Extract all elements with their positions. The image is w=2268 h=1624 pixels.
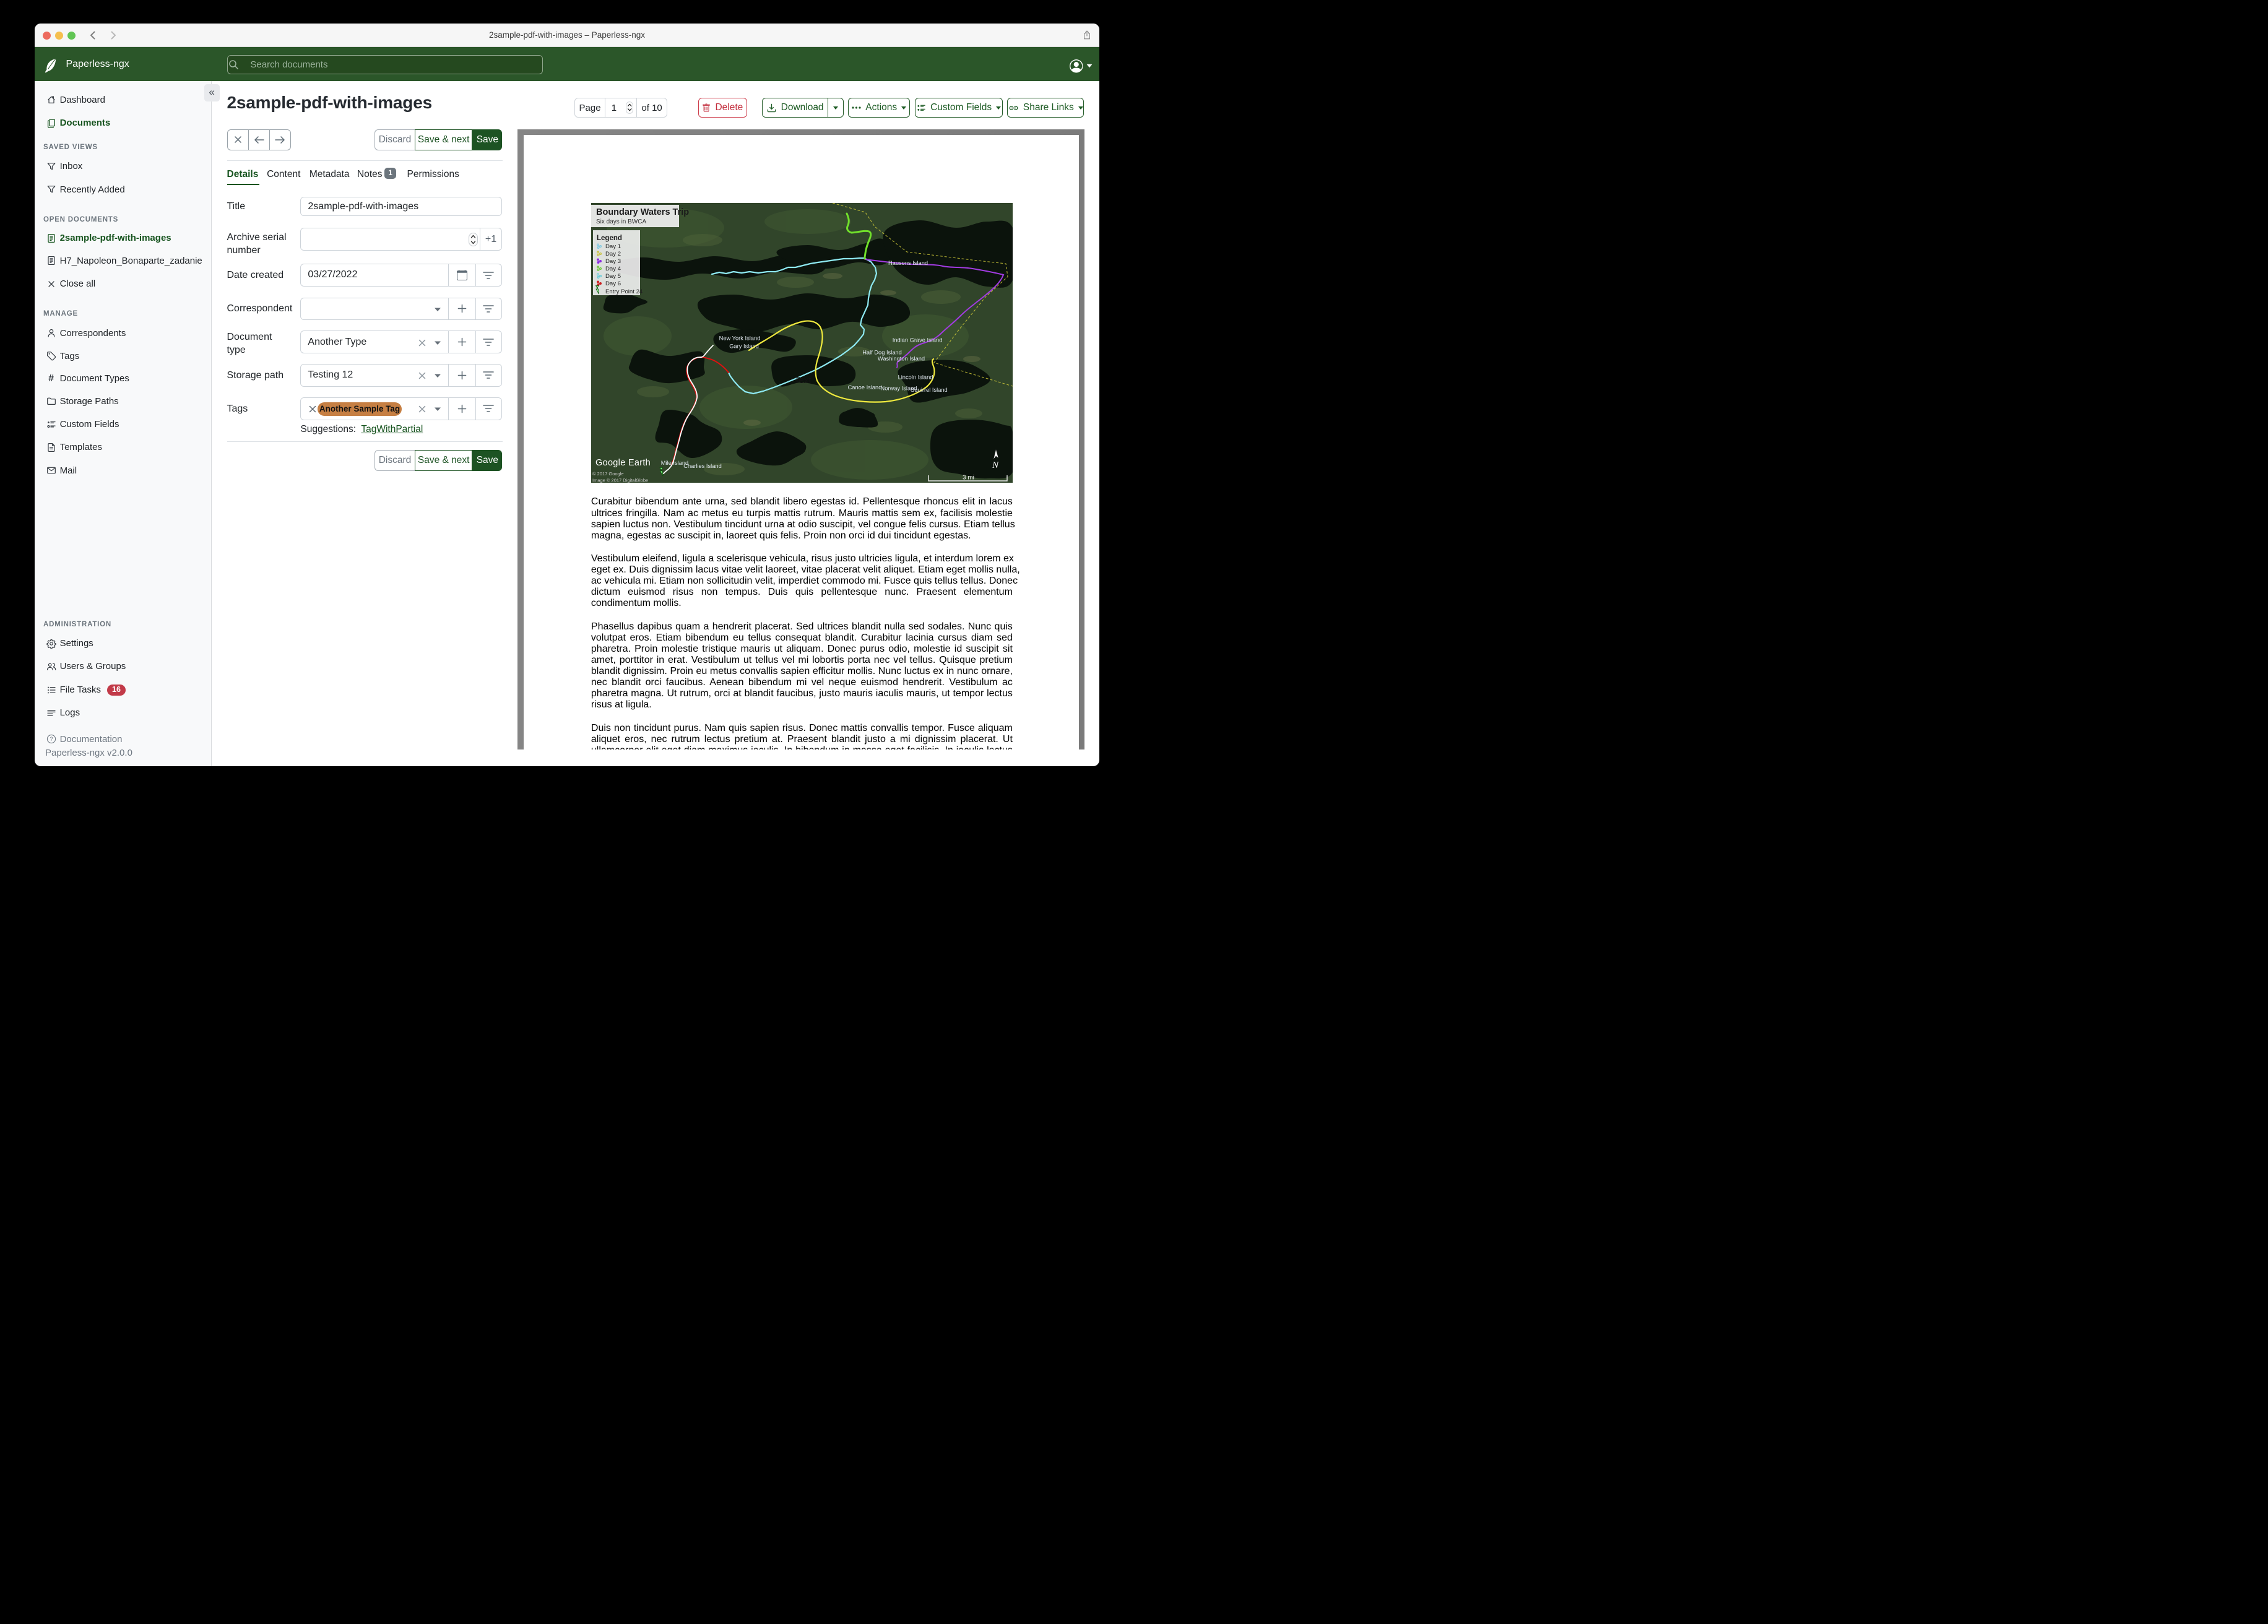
svg-text:Hausons Island: Hausons Island <box>888 260 928 266</box>
svg-text:Canoe Island: Canoe Island <box>848 384 882 391</box>
svg-text:Half Dog Island: Half Dog Island <box>863 350 902 356</box>
svg-text:Indian Grave Island: Indian Grave Island <box>893 337 943 343</box>
svg-text:Day 3: Day 3 <box>605 258 621 265</box>
svg-text:3 mi: 3 mi <box>963 475 974 482</box>
svg-text:Day 2: Day 2 <box>605 251 621 257</box>
svg-text:N: N <box>992 460 999 470</box>
svg-text:Google Earth: Google Earth <box>595 458 651 468</box>
svg-text:Image © 2017 DigitalGlobe: Image © 2017 DigitalGlobe <box>592 478 648 483</box>
svg-text:Six days in BWCA: Six days in BWCA <box>596 218 646 225</box>
svg-text:Charlies Island: Charlies Island <box>684 463 722 469</box>
svg-text:Legend: Legend <box>597 235 622 242</box>
svg-text:Gary Island: Gary Island <box>730 343 760 350</box>
svg-text:Squirrel Island: Squirrel Island <box>911 387 948 393</box>
svg-text:Boundary Waters Trip: Boundary Waters Trip <box>596 207 689 217</box>
svg-text:Text: Text <box>794 375 812 386</box>
svg-text:Entry Point 24: Entry Point 24 <box>605 288 643 295</box>
svg-text:Day 6: Day 6 <box>605 280 621 287</box>
svg-text:Day 1: Day 1 <box>605 243 621 250</box>
svg-text:Washington Island: Washington Island <box>878 356 925 362</box>
svg-text:New York Island: New York Island <box>719 335 761 342</box>
svg-text:Lincoln Island: Lincoln Island <box>898 374 933 381</box>
svg-text:?: ? <box>50 736 53 742</box>
svg-text:Day 5: Day 5 <box>605 273 621 280</box>
svg-text:© 2017 Google: © 2017 Google <box>592 471 624 477</box>
svg-text:Day 4: Day 4 <box>605 266 621 272</box>
